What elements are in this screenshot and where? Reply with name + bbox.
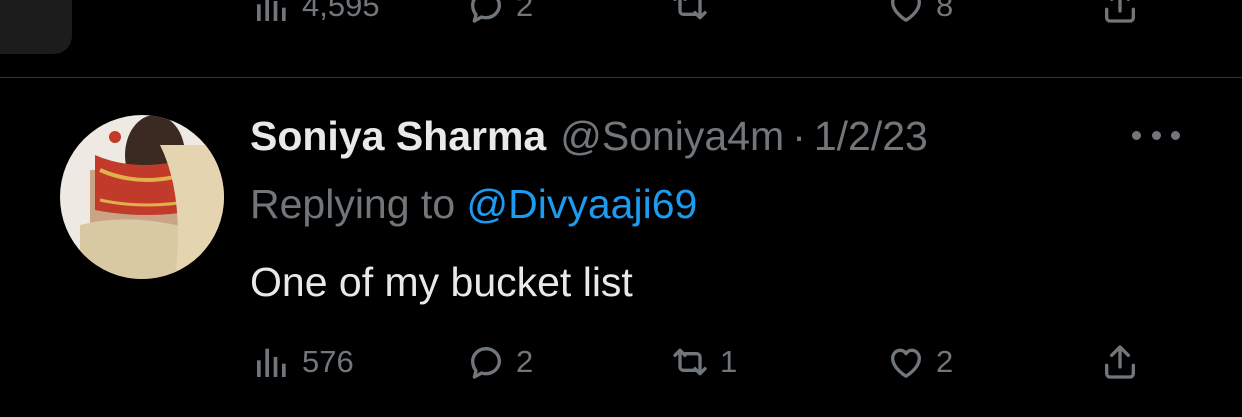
views-button[interactable]: 576 xyxy=(252,342,354,382)
more-icon[interactable] xyxy=(1132,120,1180,150)
tweet-date[interactable]: 1/2/23 xyxy=(814,113,928,160)
previous-like-count: 8 xyxy=(936,0,954,23)
like-count: 2 xyxy=(936,344,954,379)
previous-share-button[interactable] xyxy=(1100,0,1140,26)
retweet-icon xyxy=(673,0,707,20)
author-name[interactable]: Soniya Sharma xyxy=(250,113,546,160)
header-separator: · xyxy=(792,112,806,159)
replying-to-mention[interactable]: @Divyaaji69 xyxy=(467,181,698,227)
retweet-button[interactable]: 1 xyxy=(670,342,737,382)
tweet-header: Soniya Sharma @Soniya4m · 1/2/23 xyxy=(250,111,928,161)
previous-reply-count: 2 xyxy=(516,0,534,23)
previous-retweet-button[interactable] xyxy=(670,0,720,26)
share-button[interactable] xyxy=(1100,342,1140,382)
previous-like-button[interactable]: 8 xyxy=(886,0,953,26)
like-button[interactable]: 2 xyxy=(886,342,953,382)
reply-button[interactable]: 2 xyxy=(466,342,533,382)
reply-count: 2 xyxy=(516,344,534,379)
avatar[interactable] xyxy=(60,115,224,279)
previous-reply-button[interactable]: 2 xyxy=(466,0,533,26)
like-icon xyxy=(891,348,921,378)
author-handle[interactable]: @Soniya4m xyxy=(560,113,784,160)
views-icon xyxy=(257,348,286,377)
replying-prefix: Replying to xyxy=(250,181,456,227)
retweet-icon xyxy=(673,348,707,376)
previous-views-count: 4,595 xyxy=(302,0,380,23)
previous-tweet-media-corner xyxy=(0,0,72,54)
like-icon xyxy=(891,0,921,22)
retweet-count: 1 xyxy=(720,344,738,379)
previous-tweet-action-bar: 4,595 2 8 xyxy=(0,0,1242,54)
share-icon xyxy=(1105,0,1135,23)
previous-views-button[interactable]: 4,595 xyxy=(252,0,380,26)
share-icon xyxy=(1105,345,1135,379)
avatar-image xyxy=(60,115,224,279)
tweet-divider xyxy=(0,77,1242,78)
views-count: 576 xyxy=(302,344,354,379)
views-icon xyxy=(257,0,286,22)
reply-icon xyxy=(471,347,501,379)
replying-to-line: Replying to @Divyaaji69 xyxy=(250,181,697,228)
tweet-text: One of my bucket list xyxy=(250,259,633,305)
reply-icon xyxy=(471,0,501,23)
